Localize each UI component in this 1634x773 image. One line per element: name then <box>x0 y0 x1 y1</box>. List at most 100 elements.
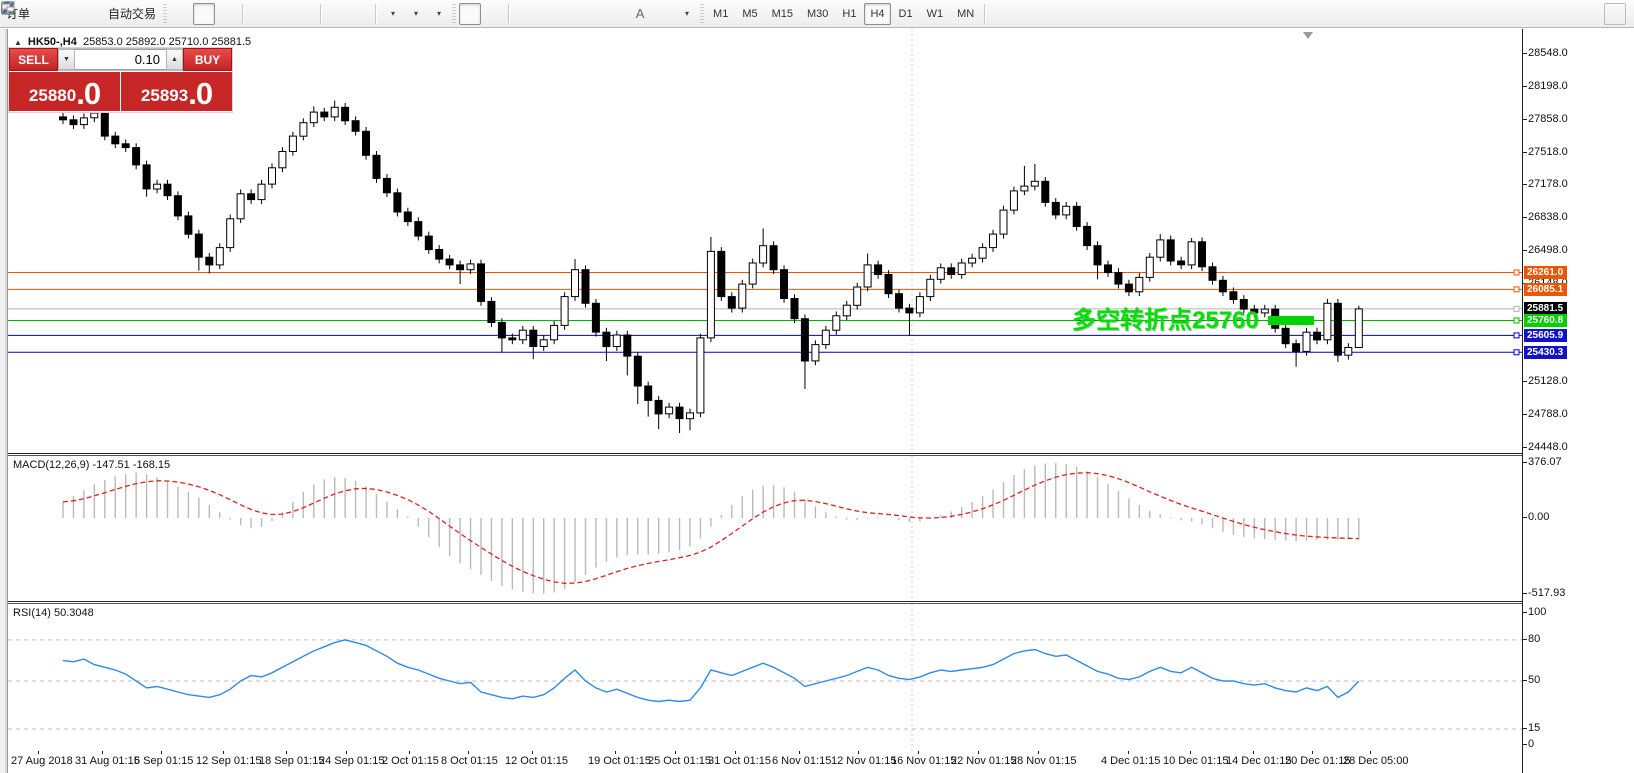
time-tick-mark <box>1370 751 1371 754</box>
time-tick-mark <box>858 751 859 754</box>
price-tick-label: 24788.0 <box>1523 408 1568 421</box>
volume-increase-button[interactable]: ▲ <box>166 49 183 70</box>
time-tick-label: 8 Oct 01:15 <box>441 755 498 767</box>
time-tick-mark <box>161 751 162 754</box>
timeframe-m5[interactable]: M5 <box>736 3 763 25</box>
timeframe-w1[interactable]: W1 <box>921 3 950 25</box>
price-chart-pane[interactable]: ▲ HK50-,H4 25853.0 25892.0 25710.0 25881.… <box>8 29 1522 454</box>
rsi-pane[interactable]: RSI(14) 50.3048 <box>8 603 1522 752</box>
macd-canvas[interactable] <box>8 456 1522 601</box>
price-tick-label: 27518.0 <box>1523 145 1568 158</box>
auto-scroll-button[interactable] <box>1 3 348 25</box>
time-tick-label: 31 Aug 01:15 <box>75 755 140 767</box>
macd-pane[interactable]: MACD(12,26,9) -147.51 -168.15 <box>8 455 1522 602</box>
chat-icon[interactable] <box>1 2 1626 25</box>
indicators-caret-icon[interactable]: ▾ <box>437 9 441 18</box>
chart-shift-button[interactable] <box>1 3 371 25</box>
rsi-tick-label: 80 <box>1522 632 1541 645</box>
shapes-caret-icon[interactable]: ▾ <box>685 9 689 18</box>
volume-decrease-button[interactable]: ▼ <box>58 49 75 70</box>
horizontal-line-tool[interactable] <box>2 3 559 25</box>
macd-label: MACD(12,26,9) -147.51 -168.15 <box>13 459 171 471</box>
candlestick-chart-type-button[interactable] <box>1 2 216 25</box>
timeframe-d1[interactable]: D1 <box>893 3 919 25</box>
rsi-tick-label: 15 <box>1522 721 1541 734</box>
text-label-tool[interactable]: T <box>2 2 674 25</box>
gold-trade-icon[interactable] <box>0 3 57 25</box>
vertical-line-tool[interactable] <box>7 2 536 25</box>
periods-button[interactable]: ▾ <box>1 1 426 25</box>
search-icon[interactable] <box>2 2 1603 25</box>
time-tick-label: 6 Sep 01:15 <box>134 755 194 767</box>
time-tick-mark <box>468 751 469 754</box>
sell-button[interactable]: SELL <box>9 48 58 71</box>
time-tick-label: 22 Nov 01:15 <box>951 755 1017 767</box>
buy-button[interactable]: BUY <box>183 48 232 71</box>
time-tick-label: 6 Nov 01:15 <box>772 755 832 767</box>
price-tag: 25760.8 <box>1524 314 1568 328</box>
price-tick-label: 24448.0 <box>1523 440 1568 453</box>
timeframe-h4[interactable]: H4 <box>864 2 891 25</box>
time-tick-mark <box>38 751 39 754</box>
toolbar-separator <box>984 3 986 24</box>
new-chart-caret-icon[interactable]: ▾ <box>391 9 395 18</box>
periods-caret-icon[interactable]: ▾ <box>414 9 418 18</box>
candlestick-canvas[interactable] <box>8 29 1522 453</box>
trend-line-tool[interactable] <box>2 2 582 25</box>
timeframe-mn[interactable]: MN <box>951 3 980 25</box>
price-tick-label: 26498.0 <box>1523 243 1568 256</box>
zoom-in-button[interactable] <box>1 1 270 25</box>
indicators-button[interactable]: ▾ <box>1 2 449 25</box>
time-tick-label: 10 Dec 01:15 <box>1163 755 1229 767</box>
equidistant-channel-tool[interactable]: E <box>1 2 605 25</box>
cursor-button[interactable] <box>4 2 482 25</box>
sell-price-big: .0 <box>76 76 101 111</box>
time-tick-mark <box>223 751 224 754</box>
time-tick-label: 28 Dec 05:00 <box>1343 755 1409 767</box>
toolbar-separator <box>508 3 510 24</box>
price-tag: 25430.3 <box>1524 345 1568 359</box>
timeframe-m1[interactable]: M1 <box>707 3 734 25</box>
time-tick-mark <box>102 751 103 754</box>
turning-point-annotation: 多空转折点25760 <box>1072 307 1259 334</box>
zoom-out-button[interactable] <box>1 1 293 25</box>
time-tick-mark <box>1312 751 1313 754</box>
crosshair-button[interactable] <box>2 2 504 25</box>
mql5-cloud-icon[interactable] <box>1 1 80 25</box>
line-chart-type-button[interactable] <box>1 3 238 25</box>
time-tick-mark <box>1190 751 1191 754</box>
time-tick-label: 31 Oct 01:15 <box>708 755 771 767</box>
toolbar-grip <box>452 3 457 24</box>
bar-chart-type-button[interactable] <box>1 3 192 25</box>
tile-windows-button[interactable] <box>1 1 316 25</box>
time-tick-label: 27 Aug 2018 <box>11 755 73 767</box>
time-axis[interactable]: 27 Aug 2018 31 Aug 01:15 6 Sep 01:15 12 Sep… <box>8 751 1522 773</box>
time-tick-label: 12 Oct 01:15 <box>505 755 568 767</box>
sell-price[interactable]: 25880.0 <box>9 72 121 111</box>
autotrading-button[interactable]: 自动交易 <box>1 2 160 25</box>
panel-collapse-icon[interactable]: ▲ <box>14 38 22 47</box>
price-tick-label: 27178.0 <box>1523 178 1568 191</box>
price-tag: 25605.9 <box>1524 328 1568 342</box>
macd-tick-label: 0.00 <box>1522 511 1550 523</box>
fibonacci-tool[interactable]: F <box>2 3 628 25</box>
price-tick-label: 26838.0 <box>1523 211 1568 224</box>
rsi-canvas[interactable] <box>8 604 1522 751</box>
timeframe-m15[interactable]: M15 <box>766 3 799 25</box>
shapes-tool[interactable]: ▾ <box>6 2 697 25</box>
price-tick-label: 25128.0 <box>1523 375 1568 388</box>
time-tick-mark <box>615 751 616 754</box>
text-tool[interactable]: A <box>629 3 651 25</box>
signals-icon[interactable] <box>2 2 103 25</box>
buy-price-base: 25893 <box>140 86 189 105</box>
one-click-trading-panel: SELL ▼ ▲ BUY 25880.0 25893.0 <box>8 47 233 113</box>
timeframe-m30[interactable]: M30 <box>801 3 834 25</box>
price-tag: 26085.1 <box>1524 282 1568 296</box>
toolbar-separator <box>375 3 377 24</box>
chart-shift-marker-icon[interactable] <box>1303 32 1313 39</box>
new-chart-button[interactable]: ▾ <box>1 2 403 25</box>
buy-price[interactable]: 25893.0 <box>121 72 232 111</box>
volume-input[interactable] <box>75 49 166 70</box>
timeframe-h1[interactable]: H1 <box>836 3 862 25</box>
price-axis[interactable]: 28548.0 28198.0 27858.0 27518.0 27178.0 26838… <box>1522 29 1634 773</box>
